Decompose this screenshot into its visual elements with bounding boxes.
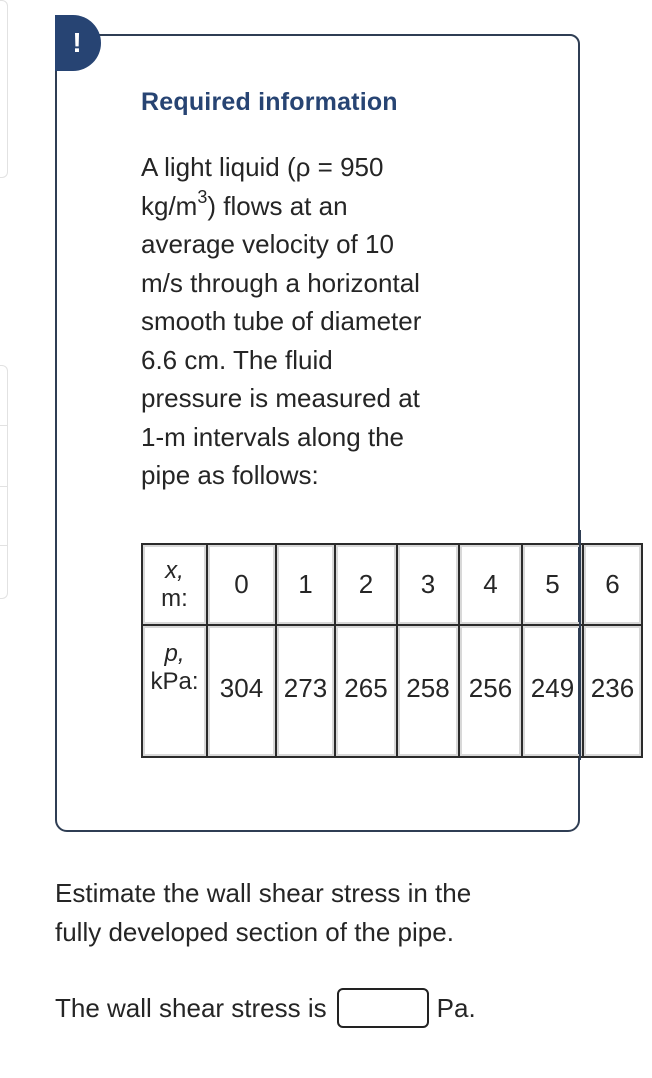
variable-label: p,	[164, 640, 185, 667]
table-cell: 249	[521, 624, 584, 758]
table-cell: 256	[458, 624, 523, 758]
table-row-position: x, m: 0 1 2 3 4 5 6	[141, 543, 643, 626]
adjacent-panel-fragment	[0, 365, 8, 599]
statement-line: 6.6 cm. The fluid	[141, 344, 333, 375]
unit-label: m:	[161, 584, 188, 612]
table-cell: 273	[275, 624, 336, 758]
table-cell: 1	[275, 543, 336, 626]
adjacent-divider	[0, 425, 7, 426]
table-cell: 258	[396, 624, 460, 758]
table-cell: 6	[582, 543, 643, 626]
table-cell: 265	[334, 624, 398, 758]
adjacent-panel-fragment	[0, 0, 8, 178]
statement-line: A light liquid (ρ = 950	[141, 152, 384, 182]
answer-prefix: The wall shear stress is	[55, 992, 327, 1023]
table-cell: 0	[206, 543, 277, 626]
unit-label: kPa:	[150, 668, 199, 695]
question-text: Estimate the wall shear stress in the fu…	[55, 874, 595, 952]
statement-line: pipe as follows:	[141, 460, 319, 490]
card-border-overlay	[579, 530, 581, 760]
statement-text: ) flows at an	[207, 190, 348, 221]
density-unit: kg/m	[141, 190, 198, 221]
adjacent-divider	[0, 545, 7, 546]
table-cell: 2	[334, 543, 398, 626]
table-cell: 4	[458, 543, 523, 626]
statement-line: m/s through a horizontal	[141, 267, 420, 298]
statement-line: pressure is measured at	[141, 383, 420, 413]
statement-line: kg/m3) flows at an	[141, 187, 491, 226]
wall-shear-stress-input[interactable]	[336, 988, 429, 1028]
row-header-pressure: p, kPa:	[141, 624, 208, 758]
alert-symbol: !	[72, 27, 82, 58]
superscript: 3	[197, 186, 208, 207]
question-line: fully developed section of the pipe.	[55, 917, 454, 947]
statement-line: average velocity of 10	[141, 229, 394, 259]
table-row-pressure: p, kPa: 304 273 265 258 256 249 236	[141, 624, 643, 758]
variable-label: x,	[165, 556, 184, 584]
adjacent-divider	[0, 486, 7, 487]
problem-statement: A light liquid (ρ = 950 kg/m3) flows at …	[141, 148, 491, 495]
statement-line: smooth tube of diameter	[141, 306, 422, 336]
pressure-data-table: x, m: 0 1 2 3 4 5 6 p, kPa: 304 273 265 …	[141, 543, 643, 758]
card-title: Required information	[141, 88, 398, 116]
table-cell: 3	[396, 543, 460, 626]
row-header-position: x, m:	[141, 543, 208, 626]
answer-row: The wall shear stress is Pa.	[55, 988, 476, 1028]
statement-line: 1-m intervals along the	[141, 421, 405, 452]
question-line: Estimate the wall shear stress in the	[55, 878, 472, 908]
answer-unit: Pa.	[436, 992, 476, 1023]
table-cell: 5	[521, 543, 584, 626]
table-cell: 304	[206, 624, 277, 758]
table-cell: 236	[582, 624, 643, 758]
